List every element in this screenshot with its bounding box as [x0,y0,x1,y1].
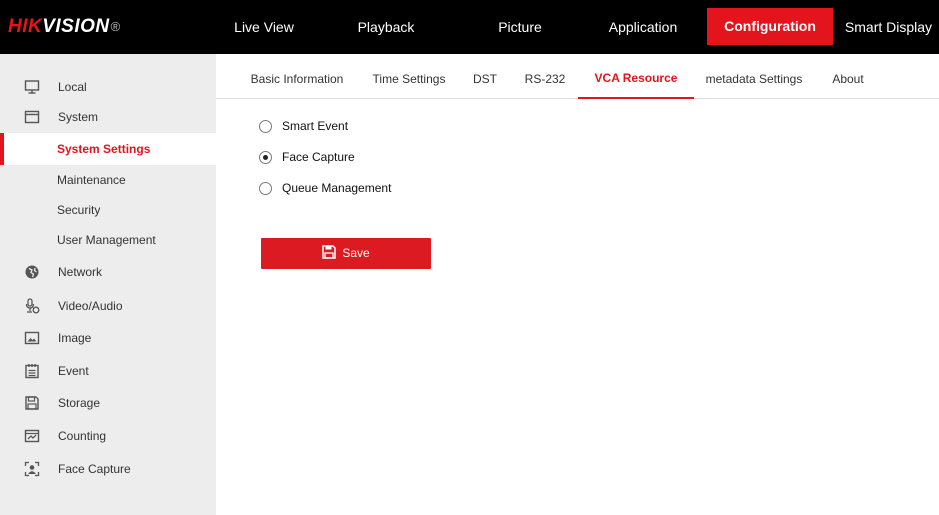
top-navigation-bar: HIKVISION® Live View Playback Picture Ap… [0,0,939,54]
sidebar-item-label: System Settings [57,142,151,156]
save-icon [322,245,337,260]
face-capture-radio[interactable] [259,151,272,164]
sidebar-item-security[interactable]: Security [0,194,216,226]
sidebar-item-label: Storage [58,396,101,410]
logo-text-white: VISION [42,16,110,37]
nav-playback[interactable]: Playback [340,0,432,54]
nav-picture[interactable]: Picture [474,0,566,54]
sidebar-item-event[interactable]: Event [0,355,216,387]
image-icon [24,331,40,345]
microphone-icon [25,298,40,314]
sidebar-item-label: Image [58,331,92,345]
sidebar-item-label: Network [58,265,103,279]
queue-management-radio[interactable] [259,182,272,195]
app-window: HIKVISION® Live View Playback Picture Ap… [0,0,939,515]
tab-vca-resource[interactable]: VCA Resource [578,54,694,99]
sidebar-item-video-audio[interactable]: Video/Audio [0,290,216,322]
sidebar: Local System System Settings Maintenance… [0,54,216,515]
sidebar-item-label: System [58,110,99,124]
tab-time-settings[interactable]: Time Settings [364,54,454,99]
smart-event-radio[interactable] [259,120,272,133]
sidebar-item-label: Event [58,364,89,378]
sidebar-item-label: Face Capture [58,462,131,476]
window-icon [24,110,40,124]
option-label: Face Capture [282,150,355,164]
sidebar-item-storage[interactable]: Storage [0,387,216,419]
tab-basic-information[interactable]: Basic Information [240,54,354,99]
nav-application[interactable]: Application [590,0,696,54]
monitor-icon [24,80,40,94]
face-capture-icon [24,461,40,477]
sidebar-item-local[interactable]: Local [0,71,216,103]
sidebar-item-maintenance[interactable]: Maintenance [0,164,216,196]
save-button[interactable]: Save [261,238,431,269]
nav-smart-display[interactable]: Smart Display [838,0,939,54]
sidebar-item-label: Local [58,80,87,94]
counting-icon [24,429,40,443]
sidebar-item-label: User Management [57,233,156,247]
tab-dst[interactable]: DST [468,54,502,99]
nav-configuration[interactable]: Configuration [707,8,833,45]
logo-text-red: HIK [8,16,43,37]
sidebar-item-label: Security [57,203,101,217]
sidebar-item-label: Maintenance [57,173,126,187]
settings-tabs: Basic Information Time Settings DST RS-2… [216,54,939,99]
save-button-label: Save [342,246,370,260]
sidebar-item-system-settings[interactable]: System Settings [0,133,216,165]
sidebar-item-face-capture[interactable]: Face Capture [0,453,216,485]
sidebar-item-user-management[interactable]: User Management [0,224,216,256]
sidebar-item-image[interactable]: Image [0,322,216,354]
hikvision-logo: HIKVISION® [8,15,121,39]
option-label: Smart Event [282,119,349,133]
sidebar-item-label: Video/Audio [58,299,123,313]
option-label: Queue Management [282,181,392,195]
floppy-icon [25,396,39,410]
calendar-icon [25,364,39,379]
tab-metadata-settings[interactable]: metadata Settings [698,54,810,99]
sidebar-item-counting[interactable]: Counting [0,420,216,452]
tab-about[interactable]: About [825,54,871,99]
globe-icon [25,265,39,279]
sidebar-item-label: Counting [58,429,107,443]
nav-live-view[interactable]: Live View [218,0,310,54]
sidebar-item-network[interactable]: Network [0,256,216,288]
tab-rs-232[interactable]: RS-232 [518,54,572,99]
sidebar-item-system[interactable]: System [0,101,216,133]
logo-registered-mark: ® [110,19,121,34]
